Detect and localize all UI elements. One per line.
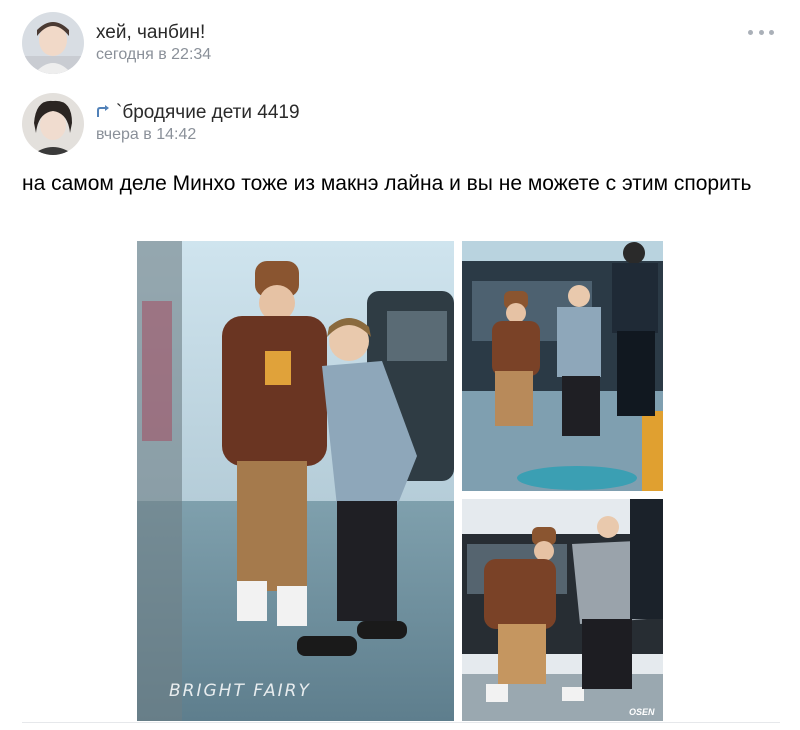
more-horizontal-icon[interactable] (748, 24, 774, 40)
repost-icon (97, 105, 109, 117)
post-time[interactable]: сегодня в 22:34 (96, 46, 211, 64)
source-avatar[interactable] (22, 93, 84, 155)
menu-dot (769, 29, 774, 35)
photo-1[interactable]: BRIGHT FAIRY (137, 241, 454, 721)
menu-dot (758, 29, 764, 35)
photo-2[interactable] (462, 241, 663, 491)
post-divider (22, 722, 780, 723)
menu-dot (748, 29, 753, 35)
author-avatar[interactable] (22, 12, 84, 74)
photo-watermark-small: OSEN (629, 707, 655, 717)
source-name[interactable]: `бродячие дети 4419 (116, 102, 300, 124)
photo-watermark: BRIGHT FAIRY (169, 681, 311, 701)
post-text: на самом деле Минхо тоже из макнэ лайна … (22, 172, 752, 195)
author-name[interactable]: хей, чанбин! (96, 22, 205, 44)
source-time[interactable]: вчера в 14:42 (96, 126, 196, 144)
photo-3[interactable]: OSEN (462, 499, 663, 721)
